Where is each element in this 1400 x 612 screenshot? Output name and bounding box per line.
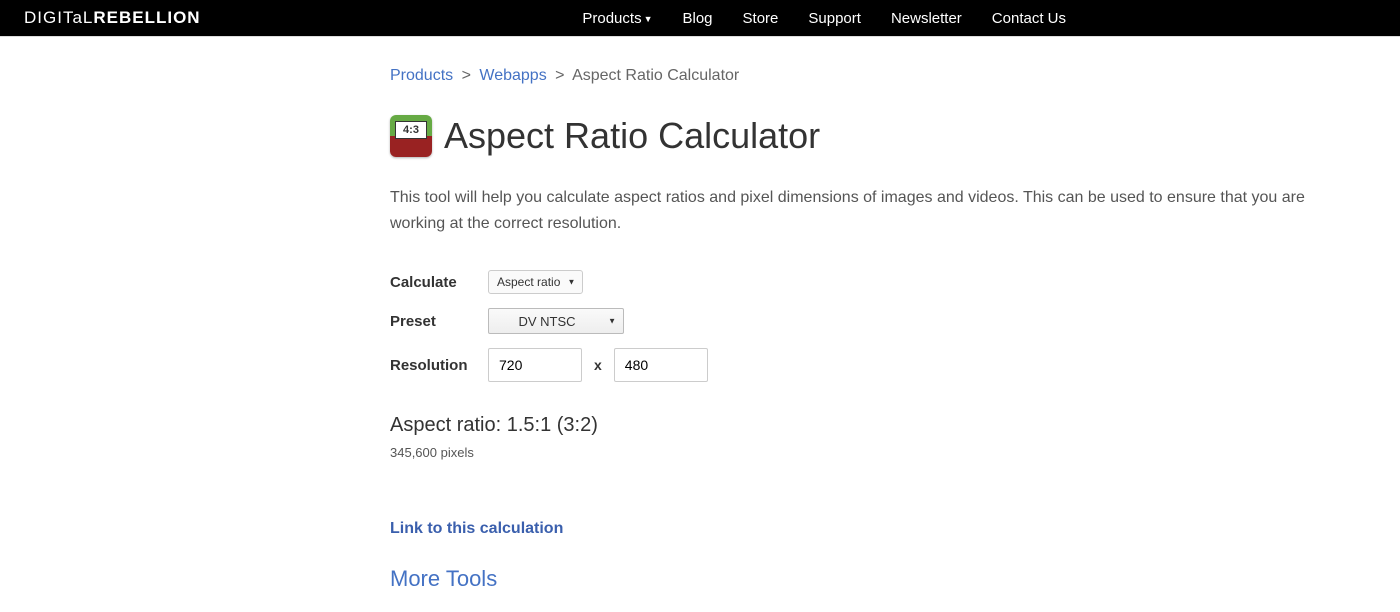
preset-select-wrap: DV NTSC ▼ [488,308,624,334]
form-row-preset: Preset DV NTSC ▼ [390,308,1380,334]
form-row-calculate: Calculate Aspect ratio ▼ [390,270,1380,294]
nav-support[interactable]: Support [808,10,861,27]
calculate-label: Calculate [390,274,488,291]
content: Products > Webapps > Aspect Ratio Calcul… [0,37,1400,612]
top-nav: DIGITaLREBELLION Products▼ Blog Store Su… [0,0,1400,36]
breadcrumb-products[interactable]: Products [390,67,453,84]
x-separator: x [594,357,602,373]
result-ratio: Aspect ratio: 1.5:1 (3:2) [390,414,1380,437]
form-row-resolution: Resolution x [390,348,1380,382]
logo-thin: DIGITaL [24,8,93,27]
page-description: This tool will help you calculate aspect… [390,185,1350,236]
result-pixels: 345,600 pixels [390,445,1380,460]
nav-items: Products▼ Blog Store Support Newsletter … [582,10,1066,27]
nav-products[interactable]: Products▼ [582,10,652,27]
preset-select[interactable]: DV NTSC [488,308,624,334]
nav-store[interactable]: Store [743,10,779,27]
breadcrumb-webapps[interactable]: Webapps [479,67,546,84]
nav-newsletter[interactable]: Newsletter [891,10,962,27]
chevron-down-icon: ▼ [644,14,653,24]
nav-blog[interactable]: Blog [683,10,713,27]
app-icon: 4:3 [390,115,432,157]
nav-contact[interactable]: Contact Us [992,10,1066,27]
logo-bold: REBELLION [93,8,200,27]
breadcrumb-current: Aspect Ratio Calculator [572,67,739,84]
breadcrumb-sep: > [462,67,471,84]
calculate-select[interactable]: Aspect ratio [488,270,583,294]
breadcrumb: Products > Webapps > Aspect Ratio Calcul… [390,67,1380,85]
preset-label: Preset [390,313,488,330]
resolution-label: Resolution [390,357,488,374]
link-to-calculation[interactable]: Link to this calculation [390,520,1380,538]
breadcrumb-sep: > [555,67,564,84]
calculate-select-wrap: Aspect ratio ▼ [488,270,583,294]
app-icon-ratio: 4:3 [395,121,427,139]
page-title: Aspect Ratio Calculator [444,115,820,157]
nav-products-label: Products [582,10,641,27]
height-input[interactable] [614,348,708,382]
logo[interactable]: DIGITaLREBELLION [24,8,201,28]
width-input[interactable] [488,348,582,382]
page-title-row: 4:3 Aspect Ratio Calculator [390,115,1380,157]
more-tools-link[interactable]: More Tools [390,566,497,591]
